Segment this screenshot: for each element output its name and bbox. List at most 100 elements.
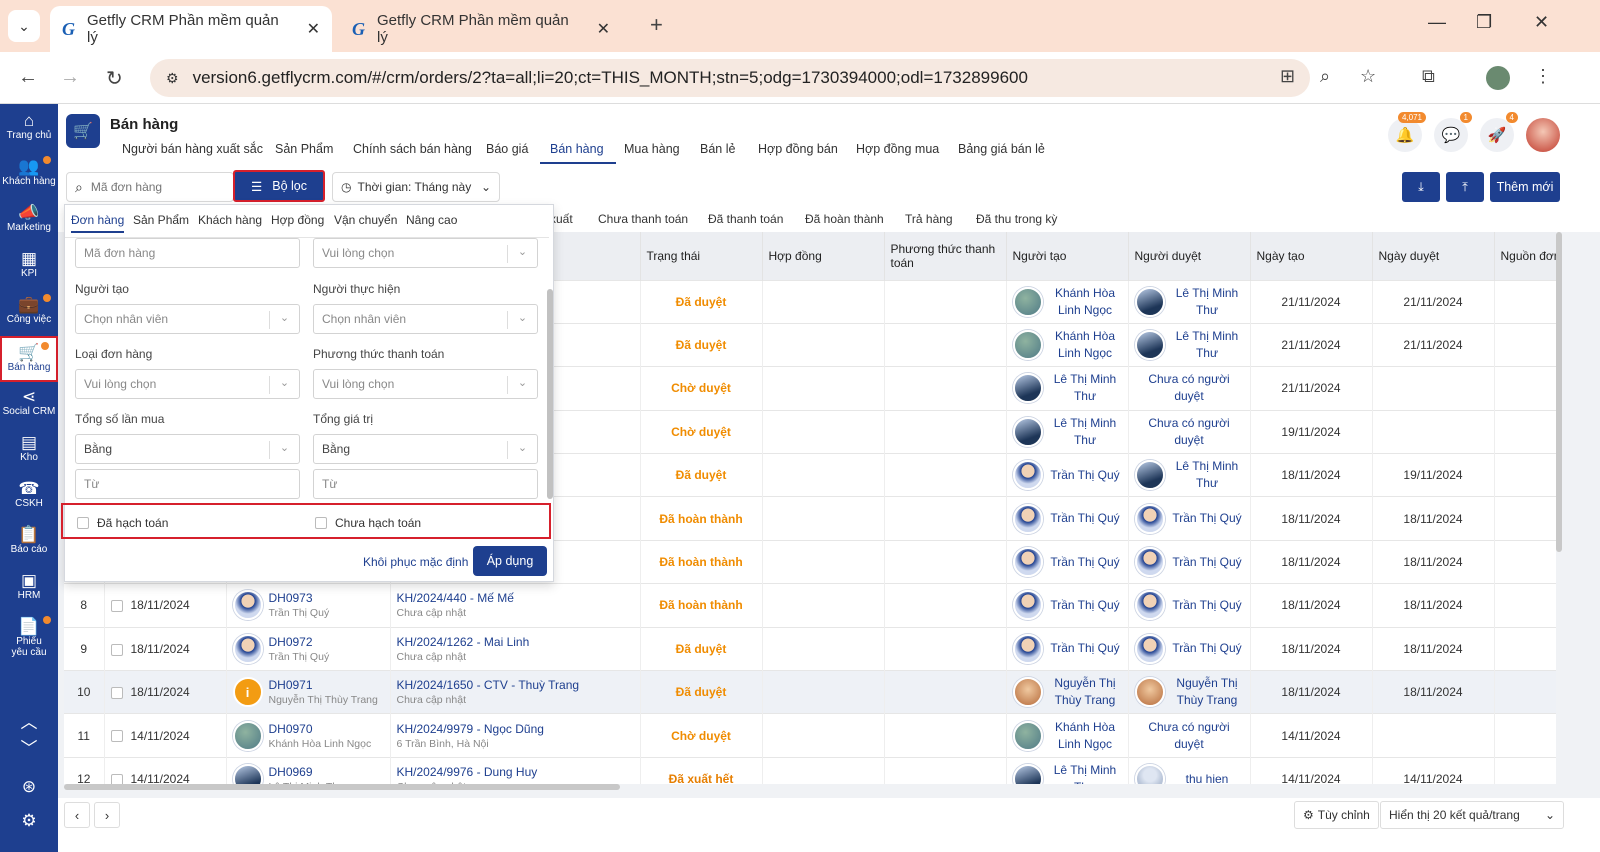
window-close-icon[interactable]: ✕	[1534, 12, 1549, 33]
row-checkbox[interactable]	[110, 687, 123, 700]
download-button[interactable]: ⤓	[1402, 172, 1440, 202]
approver-name[interactable]: Lê Thị Minh Thư	[1171, 285, 1244, 319]
total-value-from-input[interactable]: Từ	[313, 469, 538, 499]
rocket-icon[interactable]: 🚀 4	[1480, 112, 1518, 152]
tab-search-button[interactable]: ⌄	[8, 10, 40, 42]
approver-name[interactable]: Lê Thị Minh Thư	[1171, 458, 1244, 492]
customer-link[interactable]: KH/2024/1262 - Mai Linh	[397, 635, 634, 649]
creator-name[interactable]: Lê Thị Minh Thư	[1049, 762, 1122, 784]
customer-link[interactable]: KH/2024/1650 - CTV - Thuỳ Trang	[397, 678, 634, 692]
filter-tab-customers[interactable]: Khách hàng	[198, 213, 262, 227]
creator-name[interactable]: Khánh Hòa Linh Ngọc	[1049, 328, 1122, 362]
customer-link[interactable]: KH/2024/440 - Mế Mế	[397, 591, 634, 605]
filter-tab-products[interactable]: Sản Phẩm	[133, 213, 189, 227]
tab-purchases[interactable]: Mua hàng	[624, 142, 680, 162]
upload-button[interactable]: ⤒	[1446, 172, 1484, 202]
reload-icon[interactable]: ↻	[106, 66, 123, 91]
row-checkbox[interactable]	[110, 643, 123, 656]
customer-link[interactable]: KH/2024/9976 - Dung Huy	[397, 765, 634, 779]
search-input[interactable]	[90, 180, 211, 194]
prev-page-button[interactable]: ‹	[64, 802, 90, 828]
sidebar-item-marketing[interactable]: 📣 Marketing	[0, 198, 58, 244]
panel-scrollbar[interactable]	[547, 289, 553, 499]
creator-name[interactable]: Khánh Hòa Linh Ngọc	[1049, 285, 1122, 319]
row-checkbox[interactable]	[110, 600, 123, 613]
tab-retail-price-list[interactable]: Bảng giá bán lẻ	[958, 142, 1045, 162]
status-tab-paid[interactable]: Đã thanh toán	[708, 212, 783, 226]
approver-name[interactable]: Trần Thị Quý	[1171, 597, 1244, 614]
scroll-down-icon[interactable]: ﹀	[0, 738, 58, 762]
sidebar-item-sales[interactable]: 🛒 Bán hàng	[0, 336, 58, 382]
col-created-date[interactable]: Ngày tạo	[1250, 232, 1373, 280]
sidebar-item-tasks[interactable]: 💼 Công việc	[0, 290, 58, 336]
tab-products[interactable]: Sản Phẩm	[275, 142, 333, 162]
col-contract[interactable]: Hợp đồng	[762, 232, 885, 280]
order-code-link[interactable]: DH0970	[269, 722, 372, 736]
order-type-select[interactable]: Vui lòng chọn ⌄	[75, 369, 300, 399]
url-bar[interactable]: ⚙ version6.getflycrm.com/#/crm/orders/2?…	[150, 59, 1310, 97]
tab-best-sellers[interactable]: Người bán hàng xuất sắc	[122, 142, 263, 162]
sidebar-item-warehouse[interactable]: ▤ Kho	[0, 428, 58, 474]
filter-tab-orders[interactable]: Đơn hàng	[71, 213, 125, 233]
customer-link[interactable]: KH/2024/9979 - Ngọc Dũng	[397, 722, 634, 736]
creator-name[interactable]: Khánh Hòa Linh Ngọc	[1049, 719, 1122, 753]
sidebar-item-kpi[interactable]: ▦ KPI	[0, 244, 58, 290]
next-page-button[interactable]: ›	[94, 802, 120, 828]
vertical-scrollbar[interactable]	[1556, 232, 1562, 552]
tab-sales[interactable]: Bán hàng	[540, 142, 616, 164]
tab-retail[interactable]: Bán lẻ	[700, 142, 735, 162]
approver-name[interactable]: Chưa có người duyệt	[1135, 719, 1244, 753]
approver-name[interactable]: Chưa có người duyệt	[1135, 371, 1244, 405]
purchase-count-operator-select[interactable]: Bằng ⌄	[75, 434, 300, 464]
minimize-icon[interactable]: —	[1428, 12, 1446, 33]
browser-tab-2[interactable]: G Getfly CRM Phần mềm quản lý ✕	[340, 6, 622, 52]
filter-tab-shipping[interactable]: Vận chuyển	[334, 213, 397, 227]
tab-purchase-contracts[interactable]: Hợp đồng mua	[856, 142, 939, 162]
creator-name[interactable]: Lê Thị Minh Thư	[1049, 371, 1122, 405]
filter-tab-advanced[interactable]: Nâng cao	[406, 213, 457, 227]
order-code-input[interactable]: Mã đơn hàng	[75, 238, 300, 268]
status-tab-unpaid[interactable]: Chưa thanh toán	[598, 212, 688, 226]
customize-button[interactable]: ⚙ Tùy chỉnh	[1294, 801, 1379, 829]
sidebar-item-requests[interactable]: 📄 Phiếu yêu cầu	[0, 612, 58, 658]
new-tab-icon[interactable]: +	[650, 12, 663, 38]
forward-icon[interactable]: →	[60, 66, 80, 89]
order-search[interactable]: ⌕	[66, 172, 234, 202]
approver-name[interactable]: Trần Thị Quý	[1171, 510, 1244, 527]
sidebar-item-social-crm[interactable]: ⋖ Social CRM	[0, 382, 58, 428]
row-checkbox[interactable]	[110, 730, 123, 743]
col-approved-date[interactable]: Ngày duyệt	[1372, 232, 1495, 280]
sidebar-item-reports[interactable]: 📋 Báo cáo	[0, 520, 58, 566]
total-value-operator-select[interactable]: Bằng ⌄	[313, 434, 538, 464]
creator-name[interactable]: Trần Thị Quý	[1049, 467, 1122, 484]
zoom-icon[interactable]: ⌕	[1320, 66, 1330, 87]
purchase-count-from-input[interactable]: Từ	[75, 469, 300, 499]
settings-gear-icon[interactable]: ⚙	[0, 806, 58, 836]
horizontal-scrollbar[interactable]	[64, 784, 620, 790]
col-creator[interactable]: Người tạo	[1006, 232, 1129, 280]
extensions-icon[interactable]: ⧉	[1422, 66, 1435, 87]
creator-name[interactable]: Trần Thị Quý	[1049, 640, 1122, 657]
tab-sales-policy[interactable]: Chính sách bán hàng	[353, 142, 472, 162]
filter-button[interactable]: ☰ Bộ lọc	[233, 170, 325, 202]
table-row[interactable]: 8 18/11/2024 DH0973 Trần Thị Quý KH/2024/…	[64, 583, 1556, 628]
creator-select[interactable]: Chọn nhân viên ⌄	[75, 304, 300, 334]
apply-button[interactable]: Áp dụng	[473, 546, 547, 576]
status-tab-returned[interactable]: Trả hàng	[905, 212, 953, 226]
approver-name[interactable]: Trần Thị Quý	[1171, 554, 1244, 571]
creator-name[interactable]: Trần Thị Quý	[1049, 597, 1122, 614]
reset-default-link[interactable]: Khôi phục mặc định	[363, 555, 468, 569]
status-tab-collected[interactable]: Đã thu trong kỳ	[976, 212, 1057, 226]
col-payment-method[interactable]: Phương thức thanh toán	[884, 232, 1007, 280]
tab-quotes[interactable]: Báo giá	[486, 142, 528, 162]
approver-name[interactable]: Chưa có người duyệt	[1135, 415, 1244, 449]
profile-avatar[interactable]	[1486, 66, 1510, 90]
table-row[interactable]: 10 18/11/2024 i DH0971 Nguyễn Thị Thùy Tra…	[64, 670, 1556, 714]
approver-name[interactable]: thu hien	[1171, 771, 1244, 784]
bookmark-star-icon[interactable]: ☆	[1360, 66, 1376, 87]
table-row[interactable]: 9 18/11/2024 DH0972 Trần Thị Quý KH/2024/…	[64, 626, 1556, 671]
close-icon[interactable]: ✕	[597, 19, 610, 39]
sidebar-item-home[interactable]: ⌂ Trang chủ	[0, 106, 58, 152]
site-settings-icon[interactable]: ⚙	[166, 70, 179, 87]
table-row[interactable]: 12 14/11/2024 DH0969Lê Thị Minh Thư KH/2…	[64, 756, 1556, 784]
